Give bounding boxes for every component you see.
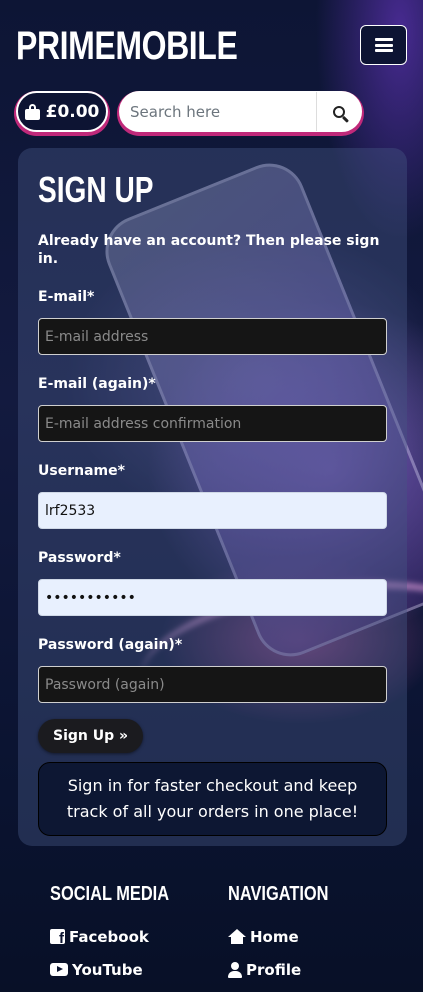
email-confirm-group: E-mail (again)* xyxy=(38,375,387,442)
email-group: E-mail* xyxy=(38,288,387,355)
bag-button[interactable]: £0.00 xyxy=(16,91,108,132)
password-label: Password* xyxy=(38,550,121,566)
search-icon xyxy=(333,105,345,118)
hamburger-icon xyxy=(374,38,393,52)
navigation-column: NAVIGATION Home Profile xyxy=(228,882,351,986)
footer-link-home[interactable]: Home xyxy=(228,920,351,953)
signup-button[interactable]: Sign Up » xyxy=(38,719,144,753)
password-confirm-field[interactable] xyxy=(38,666,387,703)
youtube-icon xyxy=(50,963,68,976)
password-confirm-group: Password (again)* xyxy=(38,636,387,703)
shopping-bag-icon xyxy=(24,103,40,120)
social-media-column: SOCIAL MEDIA Facebook YouTube xyxy=(50,882,195,986)
page: PRIMEMOBILE £0.00 SIGN UP Already have a… xyxy=(0,0,423,979)
username-group: Username* xyxy=(38,462,387,529)
facebook-link[interactable]: Facebook xyxy=(69,928,149,946)
signup-card: SIGN UP Already have an account? Then pl… xyxy=(18,148,407,846)
password-field[interactable] xyxy=(38,579,387,616)
email-confirm-field[interactable] xyxy=(38,405,387,442)
social-media-heading: SOCIAL MEDIA xyxy=(50,883,170,905)
bag-total: £0.00 xyxy=(45,101,100,122)
home-icon xyxy=(228,929,246,944)
brand-logo[interactable]: PRIMEMOBILE xyxy=(16,22,238,70)
youtube-link[interactable]: YouTube xyxy=(72,961,143,979)
signin-prompt[interactable]: Already have an account? Then please sig… xyxy=(38,232,387,268)
page-title: SIGN UP xyxy=(38,169,154,210)
site-footer: SOCIAL MEDIA Facebook YouTube NAVIGATION… xyxy=(0,870,423,992)
signin-benefit-note: Sign in for faster checkout and keep tra… xyxy=(38,762,387,836)
email-label: E-mail* xyxy=(38,289,95,305)
search-button[interactable] xyxy=(316,92,361,131)
search-form xyxy=(119,91,362,132)
menu-toggle-button[interactable] xyxy=(360,25,407,65)
password-confirm-label: Password (again)* xyxy=(38,637,183,653)
navigation-heading: NAVIGATION xyxy=(228,883,329,905)
search-input[interactable] xyxy=(120,92,316,131)
username-field[interactable] xyxy=(38,492,387,529)
username-label: Username* xyxy=(38,463,125,479)
footer-link-profile[interactable]: Profile xyxy=(228,953,351,986)
email-field[interactable] xyxy=(38,318,387,355)
profile-link[interactable]: Profile xyxy=(246,961,301,979)
site-header: PRIMEMOBILE £0.00 xyxy=(0,0,423,150)
footer-link-facebook[interactable]: Facebook xyxy=(50,920,195,953)
password-group: Password* xyxy=(38,549,387,616)
signin-link[interactable]: Already have an account? Then please sig… xyxy=(38,233,379,267)
email-confirm-label: E-mail (again)* xyxy=(38,376,156,392)
facebook-icon xyxy=(50,929,65,944)
footer-link-youtube[interactable]: YouTube xyxy=(50,953,195,986)
home-link[interactable]: Home xyxy=(250,928,299,946)
user-icon xyxy=(228,961,242,978)
